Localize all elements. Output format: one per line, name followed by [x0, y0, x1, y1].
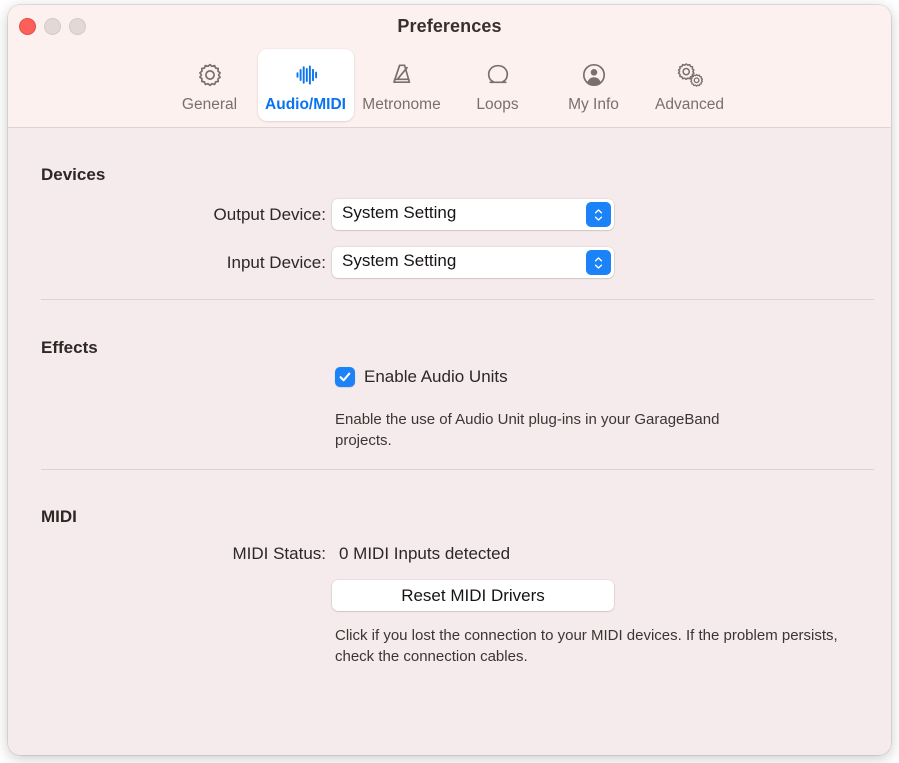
double-gear-icon [674, 58, 706, 92]
output-device-select[interactable]: System Setting [332, 199, 614, 230]
person-icon [579, 58, 609, 92]
tab-advanced[interactable]: Advanced [642, 49, 738, 121]
preferences-tab-bar: General Audio/MIDI [8, 49, 891, 121]
tab-loops-label: Loops [476, 96, 518, 114]
tab-metronome[interactable]: Metronome [354, 49, 450, 121]
metronome-icon [387, 58, 417, 92]
tab-general[interactable]: General [162, 49, 258, 121]
reset-midi-drivers-button[interactable]: Reset MIDI Drivers [332, 580, 614, 611]
midi-status-label: MIDI Status: [78, 544, 326, 564]
tab-metronome-label: Metronome [362, 96, 440, 114]
effects-section-heading: Effects [41, 338, 98, 358]
chevron-up-down-icon [586, 202, 611, 227]
midi-section-heading: MIDI [41, 507, 77, 527]
preferences-content: Devices Output Device: System Setting In… [8, 128, 891, 755]
divider-effects-midi [41, 469, 874, 470]
tab-my-info[interactable]: My Info [546, 49, 642, 121]
waveform-icon [291, 58, 321, 92]
window-title: Preferences [8, 16, 891, 37]
midi-description: Click if you lost the connection to your… [335, 625, 845, 667]
devices-section-heading: Devices [41, 165, 105, 185]
divider-devices-effects [41, 299, 874, 300]
midi-status-value: 0 MIDI Inputs detected [339, 544, 510, 564]
output-device-value: System Setting [342, 203, 456, 223]
chevron-up-down-icon [586, 250, 611, 275]
input-device-value: System Setting [342, 251, 456, 271]
tab-audio-midi[interactable]: Audio/MIDI [258, 49, 354, 121]
output-device-label: Output Device: [78, 205, 326, 225]
input-device-select[interactable]: System Setting [332, 247, 614, 278]
tab-general-label: General [182, 96, 237, 114]
loop-icon [483, 58, 513, 92]
tab-advanced-label: Advanced [655, 96, 724, 114]
window-toolbar: Preferences General [8, 5, 891, 128]
preferences-window: Preferences General [8, 5, 891, 755]
effects-description: Enable the use of Audio Unit plug-ins in… [335, 409, 735, 451]
gear-icon [195, 58, 225, 92]
enable-audio-units-label: Enable Audio Units [364, 367, 508, 387]
input-device-label: Input Device: [78, 253, 326, 273]
enable-audio-units-checkbox[interactable] [335, 367, 355, 387]
tab-audio-midi-label: Audio/MIDI [265, 96, 346, 114]
tab-my-info-label: My Info [568, 96, 619, 114]
enable-audio-units-row[interactable]: Enable Audio Units [335, 367, 508, 387]
tab-loops[interactable]: Loops [450, 49, 546, 121]
